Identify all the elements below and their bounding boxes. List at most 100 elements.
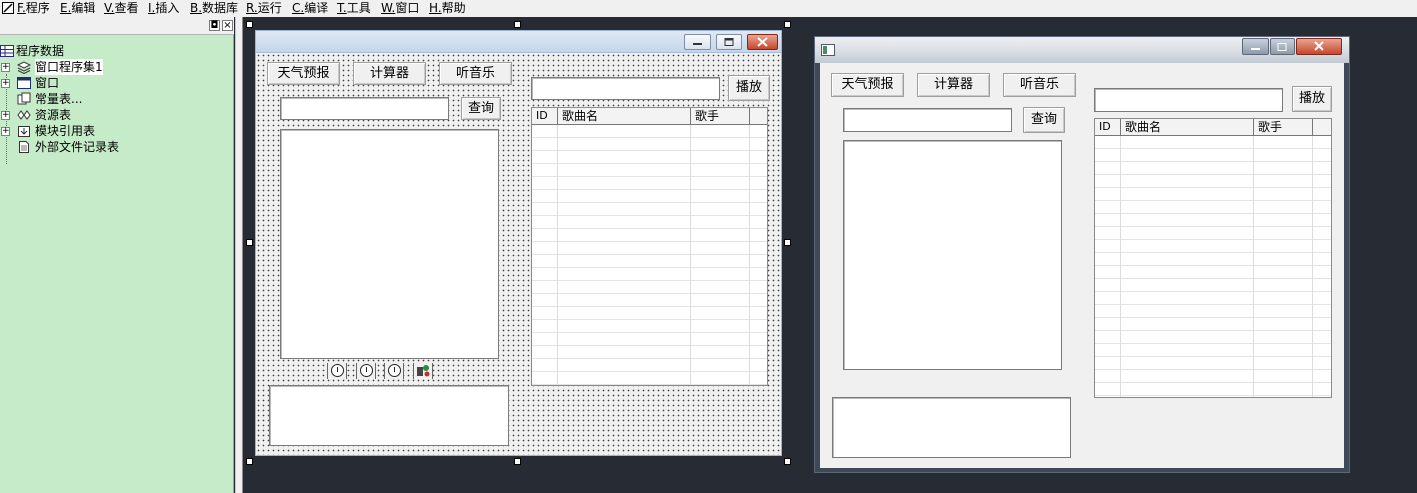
resource-icon — [17, 110, 31, 120]
resize-handle-sw[interactable] — [246, 458, 253, 465]
tree-item-external-files[interactable]: 外部文件记录表 — [0, 139, 220, 155]
timer-icon[interactable] — [327, 363, 347, 379]
calculator-button[interactable]: 计算器 — [917, 73, 990, 97]
query-input[interactable] — [843, 108, 1012, 132]
tree-item-label: 常量表... — [35, 92, 83, 106]
program-data-panel: ◘ × 程序数据 + 窗口程序集1 + 窗口 常量表... + 资源表 + 模块… — [0, 17, 234, 493]
tree-item-module-references[interactable]: + 模块引用表 — [0, 123, 220, 139]
query-input[interactable] — [280, 97, 449, 120]
song-grid[interactable]: ID 歌曲名 歌手 — [531, 107, 768, 386]
close-button[interactable] — [747, 34, 778, 50]
designer-titlebar[interactable] — [256, 31, 781, 53]
grid-col-id[interactable]: ID — [532, 108, 558, 125]
calculator-button[interactable]: 计算器 — [353, 62, 426, 85]
maximize-icon — [724, 38, 734, 46]
maximize-button[interactable] — [716, 34, 742, 50]
menu-tools[interactable]: T.工具 — [337, 0, 371, 17]
menu-window[interactable]: W.窗口 — [381, 0, 419, 17]
minimize-icon — [693, 43, 702, 45]
info-textbox[interactable] — [269, 385, 509, 446]
tree-item-window-assembly[interactable]: + 窗口程序集1 — [0, 59, 220, 75]
menu-compile[interactable]: C.编译 — [292, 0, 328, 17]
timer-icon[interactable] — [356, 363, 376, 379]
close-button[interactable] — [1296, 38, 1342, 55]
weather-button[interactable]: 天气预报 — [831, 73, 904, 97]
stack-icon — [17, 61, 31, 74]
tree-root[interactable]: 程序数据 — [0, 43, 200, 59]
window-icon — [17, 77, 31, 89]
resize-handle-w[interactable] — [246, 239, 253, 246]
resize-handle-n[interactable] — [514, 21, 521, 28]
play-button[interactable]: 播放 — [1292, 86, 1332, 112]
app-icon — [2, 2, 14, 14]
grid-divider — [1312, 136, 1313, 397]
grid-col-singer[interactable]: 歌手 — [691, 108, 750, 125]
tree-item-window[interactable]: + 窗口 — [0, 75, 220, 91]
music-button[interactable]: 听音乐 — [439, 62, 512, 85]
expander[interactable]: + — [1, 79, 10, 88]
menu-edit[interactable]: E.编辑 — [60, 0, 95, 17]
grid-divider — [749, 125, 750, 385]
grid-body[interactable] — [1095, 136, 1331, 397]
query-button[interactable]: 查询 — [1023, 107, 1065, 133]
menu-view[interactable]: V.查看 — [104, 0, 139, 17]
grid-col-song[interactable]: 歌曲名 — [558, 108, 691, 125]
resize-handle-nw[interactable] — [246, 21, 253, 28]
preview-titlebar[interactable] — [815, 37, 1349, 63]
music-search-input[interactable] — [531, 77, 720, 100]
grid-divider — [1120, 136, 1121, 397]
resize-handle-se[interactable] — [784, 458, 791, 465]
preview-window[interactable]: 天气预报 计算器 听音乐 查询 播放 ID 歌曲名 歌手 — [814, 36, 1350, 473]
music-button[interactable]: 听音乐 — [1003, 73, 1076, 97]
song-grid[interactable]: ID 歌曲名 歌手 — [1094, 118, 1332, 398]
minimize-button[interactable] — [1242, 38, 1269, 55]
grid-col-singer[interactable]: 歌手 — [1254, 119, 1313, 136]
resize-handle-e[interactable] — [784, 239, 791, 246]
result-listbox[interactable] — [843, 140, 1062, 370]
grid-header: ID 歌曲名 歌手 — [1095, 119, 1331, 136]
tree-item-label: 窗口程序集1 — [35, 59, 103, 75]
tree-item-resources[interactable]: + 资源表 — [0, 107, 220, 123]
expander[interactable]: + — [1, 127, 10, 136]
play-button[interactable]: 播放 — [728, 75, 770, 101]
panel-splitter[interactable] — [235, 17, 243, 493]
minimize-button[interactable] — [684, 34, 711, 50]
menu-insert[interactable]: I.插入 — [148, 0, 179, 17]
pin-panel-button[interactable]: ◘ — [209, 20, 220, 31]
form-designer[interactable]: 天气预报 计算器 听音乐 查询 播放 ID 歌曲名 歌手 — [255, 30, 782, 456]
tree-item-constants[interactable]: 常量表... — [0, 91, 220, 107]
tree-item-label: 模块引用表 — [35, 124, 96, 138]
close-panel-button[interactable]: × — [222, 20, 233, 31]
grid-col-id[interactable]: ID — [1095, 119, 1121, 136]
resize-handle-s[interactable] — [514, 458, 521, 465]
result-listbox[interactable] — [280, 129, 499, 359]
maximize-button[interactable] — [1270, 38, 1295, 55]
menu-run[interactable]: R.运行 — [246, 0, 282, 17]
designer-canvas[interactable]: 天气预报 计算器 听音乐 查询 播放 ID 歌曲名 歌手 — [256, 53, 781, 455]
tree-root-label: 程序数据 — [16, 44, 65, 58]
expander[interactable]: + — [1, 111, 10, 120]
weather-button[interactable]: 天气预报 — [267, 62, 340, 85]
preview-client: 天气预报 计算器 听音乐 查询 播放 ID 歌曲名 歌手 — [820, 63, 1344, 468]
query-button[interactable]: 查询 — [461, 97, 501, 120]
resize-handle-ne[interactable] — [784, 21, 791, 28]
menu-program[interactable]: F.程序 — [17, 0, 50, 17]
menu-help[interactable]: H.帮助 — [429, 0, 466, 17]
grid-body[interactable] — [532, 125, 767, 385]
close-icon — [1314, 41, 1324, 51]
menu-database[interactable]: B.数据库 — [190, 0, 238, 17]
component-strip — [327, 363, 437, 379]
timer-icon[interactable] — [384, 363, 404, 379]
info-textbox[interactable] — [832, 397, 1071, 458]
tool-icon-glyph — [417, 365, 430, 377]
database-icon — [0, 45, 14, 57]
window-app-icon — [821, 44, 835, 56]
grid-header: ID 歌曲名 歌手 — [532, 108, 767, 125]
close-icon — [757, 37, 768, 47]
tool-icon[interactable] — [413, 363, 433, 379]
menubar: F.程序 E.编辑 V.查看 I.插入 B.数据库 R.运行 C.编译 T.工具… — [0, 0, 1417, 17]
grid-col-song[interactable]: 歌曲名 — [1121, 119, 1254, 136]
grid-divider — [1253, 136, 1254, 397]
music-search-input[interactable] — [1094, 88, 1283, 112]
expander[interactable]: + — [1, 63, 10, 72]
